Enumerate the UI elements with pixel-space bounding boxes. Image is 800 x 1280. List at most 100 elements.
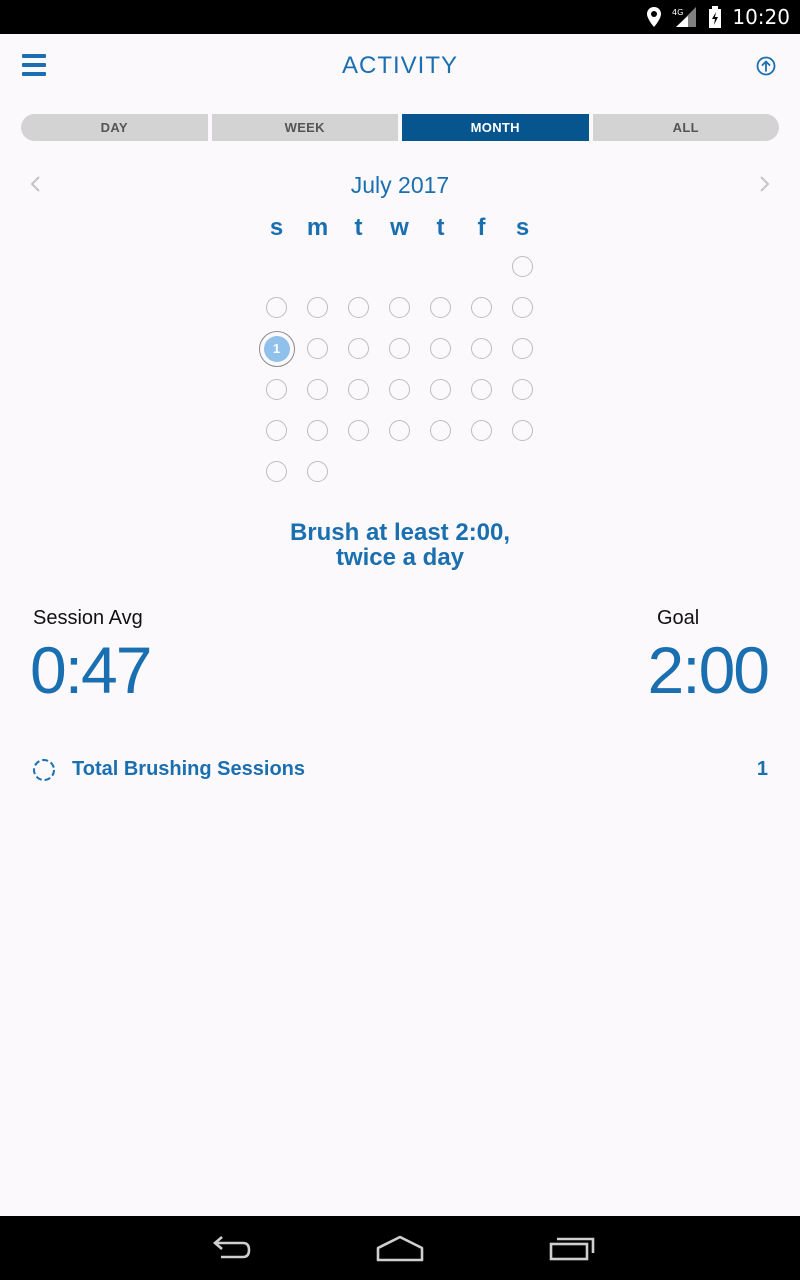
- calendar-day[interactable]: [297, 328, 338, 369]
- motto-line-2: twice a day: [335, 544, 465, 571]
- empty-day-cell: [256, 246, 297, 287]
- tab-week[interactable]: WEEK: [211, 114, 398, 141]
- recent-apps-icon: [549, 1237, 595, 1261]
- day-circle: [512, 338, 533, 359]
- calendar-day[interactable]: [461, 410, 502, 451]
- day-circle: [512, 297, 533, 318]
- system-nav-bar: [0, 1216, 800, 1280]
- day-circle: [471, 379, 492, 400]
- day-circle: [389, 297, 410, 318]
- calendar-day[interactable]: [502, 410, 543, 451]
- calendar-day[interactable]: [297, 410, 338, 451]
- calendar-day[interactable]: [297, 287, 338, 328]
- calendar-day[interactable]: [256, 287, 297, 328]
- total-sessions-label: Total Brushing Sessions: [72, 758, 305, 780]
- calendar-day[interactable]: [420, 410, 461, 451]
- calendar-day[interactable]: [420, 369, 461, 410]
- calendar-day[interactable]: [379, 369, 420, 410]
- goal-value: 2:00: [647, 633, 770, 707]
- day-circle: [512, 256, 533, 277]
- calendar-day[interactable]: 1: [256, 328, 297, 369]
- status-bar: 4G 10:20: [0, 0, 800, 34]
- weekday-label: f: [477, 214, 486, 241]
- total-sessions-row[interactable]: Total Brushing Sessions 1: [32, 756, 772, 786]
- signal-icon: 4G: [672, 7, 697, 27]
- chevron-right-icon[interactable]: [756, 174, 772, 194]
- home-icon: [376, 1235, 424, 1262]
- day-circle: [266, 420, 287, 441]
- tab-month[interactable]: MONTH: [402, 114, 589, 141]
- calendar-day[interactable]: [502, 246, 543, 287]
- calendar-day[interactable]: [379, 410, 420, 451]
- recent-apps-button[interactable]: [542, 1230, 602, 1266]
- calendar-day[interactable]: [379, 287, 420, 328]
- calendar-day[interactable]: [502, 369, 543, 410]
- empty-day-cell: [297, 246, 338, 287]
- day-grid: 1: [256, 246, 543, 492]
- session-avg-label: Session Avg: [33, 607, 143, 629]
- calendar-day[interactable]: [338, 369, 379, 410]
- day-circle: [266, 297, 287, 318]
- calendar-day[interactable]: [338, 287, 379, 328]
- day-circle: [389, 420, 410, 441]
- calendar-day[interactable]: [379, 328, 420, 369]
- tab-all[interactable]: ALL: [592, 114, 779, 141]
- calendar-day[interactable]: [461, 328, 502, 369]
- page-title: ACTIVITY: [341, 52, 458, 79]
- back-button[interactable]: [200, 1230, 260, 1266]
- empty-day-cell: [338, 246, 379, 287]
- battery-icon: [709, 6, 722, 28]
- sync-upload-icon[interactable]: [756, 56, 776, 76]
- calendar-day[interactable]: [420, 287, 461, 328]
- weekday-label: t: [436, 214, 445, 241]
- status-time: 10:20: [732, 5, 790, 29]
- day-circle: [430, 420, 451, 441]
- motto-line-1: Brush at least 2:00,: [289, 519, 511, 546]
- day-circle: [348, 338, 369, 359]
- calendar-day[interactable]: [502, 328, 543, 369]
- calendar-day[interactable]: [461, 369, 502, 410]
- calendar-day[interactable]: [338, 328, 379, 369]
- day-circle: [348, 379, 369, 400]
- calendar-day[interactable]: [502, 287, 543, 328]
- month-title: July 2017: [350, 172, 450, 198]
- day-circle: [389, 338, 410, 359]
- calendar-day[interactable]: [297, 451, 338, 492]
- brushing-motto: Brush at least 2:00, twice a day: [0, 520, 800, 570]
- day-circle: [307, 420, 328, 441]
- day-circle: [266, 461, 287, 482]
- back-icon: [213, 1236, 251, 1259]
- weekday-label: s: [269, 214, 284, 241]
- day-circle: [307, 297, 328, 318]
- day-circle: [471, 338, 492, 359]
- calendar-day[interactable]: [256, 369, 297, 410]
- network-type: 4G: [672, 8, 683, 17]
- goal-label: Goal: [657, 607, 700, 629]
- day-circle: [307, 379, 328, 400]
- calendar-day[interactable]: [256, 451, 297, 492]
- calendar-day[interactable]: [297, 369, 338, 410]
- tab-day[interactable]: DAY: [21, 114, 208, 141]
- calendar-day[interactable]: [420, 328, 461, 369]
- day-circle: [348, 420, 369, 441]
- empty-day-cell: [461, 246, 502, 287]
- calendar-day[interactable]: [338, 410, 379, 451]
- empty-day-cell: [379, 246, 420, 287]
- weekday-label: t: [354, 214, 363, 241]
- day-circle: [430, 297, 451, 318]
- day-session-count: 1: [263, 335, 290, 362]
- calendar-day[interactable]: [461, 287, 502, 328]
- weekday-label: w: [390, 214, 409, 241]
- weekday-label: m: [306, 214, 329, 241]
- dashed-circle-icon: [33, 759, 55, 781]
- calendar-day[interactable]: [256, 410, 297, 451]
- day-circle: [307, 461, 328, 482]
- day-circle: [430, 379, 451, 400]
- day-circle: [512, 379, 533, 400]
- day-circle: [471, 420, 492, 441]
- home-button[interactable]: [370, 1230, 430, 1266]
- day-circle: [266, 379, 287, 400]
- status-icons: 4G 10:20: [646, 0, 790, 34]
- empty-day-cell: [420, 246, 461, 287]
- day-circle: [348, 297, 369, 318]
